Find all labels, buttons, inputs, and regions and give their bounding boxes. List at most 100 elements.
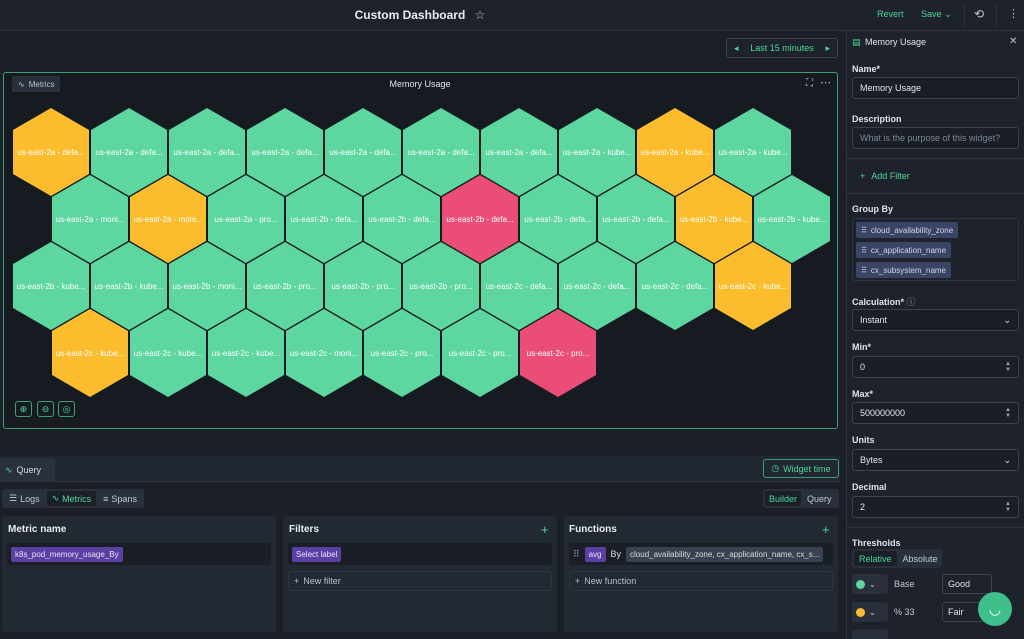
threshold-color-select[interactable]: ⌄ — [852, 574, 888, 594]
chevron-down-icon: ⌄ — [869, 607, 876, 617]
data-source-tabs: ☰ Logs ∿ Metrics ≡ Spans — [2, 489, 144, 508]
stepper-icon[interactable]: ▲ ▼ — [1005, 361, 1011, 373]
revert-button[interactable]: Revert — [877, 9, 904, 19]
builder-button[interactable]: Builder — [765, 491, 802, 506]
hexagon-cell[interactable]: us-east-2c - pro... — [364, 309, 442, 399]
metric-chip[interactable]: k8s_pod_memory_usage_By — [11, 546, 123, 562]
plus-icon: + — [575, 576, 581, 586]
min-label: Min* — [852, 342, 871, 352]
time-range-label: Last 15 minutes — [750, 43, 814, 53]
drag-handle-icon[interactable]: ⠿ — [861, 246, 867, 255]
add-filter-label: Add Filter — [871, 171, 910, 181]
hexagon-cell[interactable]: us-east-2c - kube... — [52, 309, 130, 399]
filter-label-field[interactable]: Select label — [288, 543, 552, 565]
hexagon-shape: us-east-2c - moni... — [286, 309, 362, 397]
threshold-name-input[interactable]: Good — [942, 574, 992, 594]
zoom-out-button[interactable]: ⊖ — [37, 401, 54, 417]
min-input[interactable]: 0 ▲ ▼ — [852, 356, 1019, 378]
threshold-value: Base — [894, 579, 915, 589]
chevron-right-icon[interactable]: ▸ — [825, 43, 830, 54]
threshold-type-tabs: Relative Absolute — [852, 549, 942, 568]
widget-title: Memory Usage — [389, 79, 451, 89]
more-horizontal-icon[interactable]: ⋯ — [820, 76, 831, 89]
tab-logs-label: Logs — [20, 493, 40, 504]
function-chip[interactable]: avg — [584, 546, 606, 562]
description-placeholder: What is the purpose of this widget? — [860, 133, 1001, 143]
function-row[interactable]: ⠿ avg By cloud_availability_zone, cx_app… — [569, 543, 833, 565]
tab-spans-label: Spans — [111, 493, 137, 504]
new-function-button[interactable]: + New function — [569, 571, 833, 591]
max-input[interactable]: 500000000 ▲ ▼ — [852, 402, 1019, 424]
drag-handle-icon[interactable]: ⠿ — [861, 226, 867, 235]
units-value: Bytes — [860, 455, 883, 465]
reset-zoom-button[interactable]: ◎ — [58, 401, 75, 417]
hexagon-label: us-east-2a - defa... — [17, 147, 85, 157]
calculation-select[interactable]: Instant ⌄ — [852, 309, 1019, 331]
hexagon-cell[interactable]: us-east-2c - pro... — [442, 309, 520, 399]
tab-logs[interactable]: ☰ Logs — [4, 491, 45, 506]
tab-metrics[interactable]: ∿ Metrics — [46, 491, 97, 506]
chat-support-button[interactable]: ◡ — [978, 592, 1012, 626]
hexagon-label: us-east-2c - pro... — [448, 348, 512, 358]
group-by-chip[interactable]: cloud_availability_zone, cx_application_… — [626, 546, 824, 562]
tab-absolute[interactable]: Absolute — [899, 551, 942, 566]
hexagon-label: us-east-2c - kube... — [55, 348, 125, 358]
stepper-icon[interactable]: ▲ ▼ — [1005, 501, 1011, 513]
plus-icon: + — [294, 576, 300, 586]
hexagon-label: us-east-2b - pro... — [331, 281, 395, 291]
add-filter-plus-icon[interactable]: + — [541, 522, 549, 537]
zoom-in-button[interactable]: ⊕ — [15, 401, 32, 417]
tab-relative[interactable]: Relative — [854, 551, 897, 566]
add-filter-button[interactable]: + Add Filter — [860, 171, 910, 181]
drag-handle-icon[interactable]: ⠿ — [573, 549, 580, 560]
save-button[interactable]: Save ⌄ — [921, 9, 952, 20]
threshold-color-select[interactable]: ⌄ — [852, 602, 888, 622]
close-icon[interactable]: ✕ — [1009, 36, 1017, 47]
hexagon-label: us-east-2a - defa... — [407, 147, 475, 157]
widget-time-button[interactable]: ◷ Widget time — [763, 459, 839, 478]
tab-spans[interactable]: ≡ Spans — [98, 491, 142, 506]
new-filter-button[interactable]: + New filter — [288, 571, 552, 591]
chevron-left-icon[interactable]: ◂ — [734, 43, 739, 54]
widget-icon: ▤ — [852, 37, 861, 47]
hexagon-label: us-east-2c - defa... — [641, 281, 709, 291]
hexagon-label: us-east-2a - kube... — [718, 147, 788, 157]
hexagon-label: us-east-2c - kube... — [133, 348, 203, 358]
help-icon[interactable]: ⓘ — [907, 297, 916, 307]
hexagon-cell[interactable]: us-east-2c - defa... — [637, 242, 715, 332]
refresh-icon[interactable]: ⟲ — [974, 7, 984, 21]
group-by-chip[interactable]: ⠿ cx_application_name — [856, 242, 952, 258]
name-input[interactable]: Memory Usage — [852, 77, 1019, 99]
more-vertical-icon[interactable]: ⋮ — [1008, 7, 1019, 20]
description-input[interactable]: What is the purpose of this widget? — [852, 127, 1019, 149]
dashboard-title: Custom Dashboard ☆ — [0, 8, 840, 22]
metric-name-field[interactable]: k8s_pod_memory_usage_By — [7, 543, 271, 565]
time-range-selector[interactable]: ◂ Last 15 minutes ▸ — [726, 38, 838, 58]
hexagon-cell[interactable]: us-east-2c - kube... — [715, 242, 793, 332]
min-value: 0 — [860, 362, 866, 372]
builder-query-toggle: Builder Query — [763, 489, 839, 508]
hexagon-cell[interactable]: us-east-2c - moni... — [286, 309, 364, 399]
drag-handle-icon[interactable]: ⠿ — [861, 266, 867, 275]
threshold-row: ⌄ % 33 Fair — [852, 601, 992, 623]
star-icon[interactable]: ☆ — [475, 8, 486, 22]
add-function-plus-icon[interactable]: + — [822, 522, 830, 537]
hexagon-cell[interactable]: us-east-2c - pro... — [520, 309, 598, 399]
threshold-value-text: 33 — [904, 607, 915, 617]
query-button[interactable]: Query — [803, 491, 836, 506]
decimal-input[interactable]: 2 ▲ ▼ — [852, 496, 1019, 518]
group-by-chip[interactable]: ⠿ cloud_availability_zone — [856, 222, 959, 238]
max-label: Max* — [852, 389, 874, 399]
threshold-color-dot — [856, 579, 865, 589]
stepper-icon[interactable]: ▲ ▼ — [1005, 407, 1011, 419]
hexagon-label: us-east-2b - defa... — [446, 214, 514, 224]
fullscreen-icon[interactable]: ⛶ — [806, 78, 813, 89]
hexagon-cell[interactable]: us-east-2c - kube... — [208, 309, 286, 399]
tab-query[interactable]: ∿ Query — [0, 458, 55, 482]
units-select[interactable]: Bytes ⌄ — [852, 449, 1019, 471]
hexagon-label: us-east-2b - pro... — [253, 281, 317, 291]
select-label-chip[interactable]: Select label — [292, 546, 342, 562]
hexagon-cell[interactable]: us-east-2c - kube... — [130, 309, 208, 399]
group-by-chip[interactable]: ⠿ cx_subsystem_name — [856, 262, 952, 278]
hexagon-label: us-east-2c - moni... — [289, 348, 359, 358]
